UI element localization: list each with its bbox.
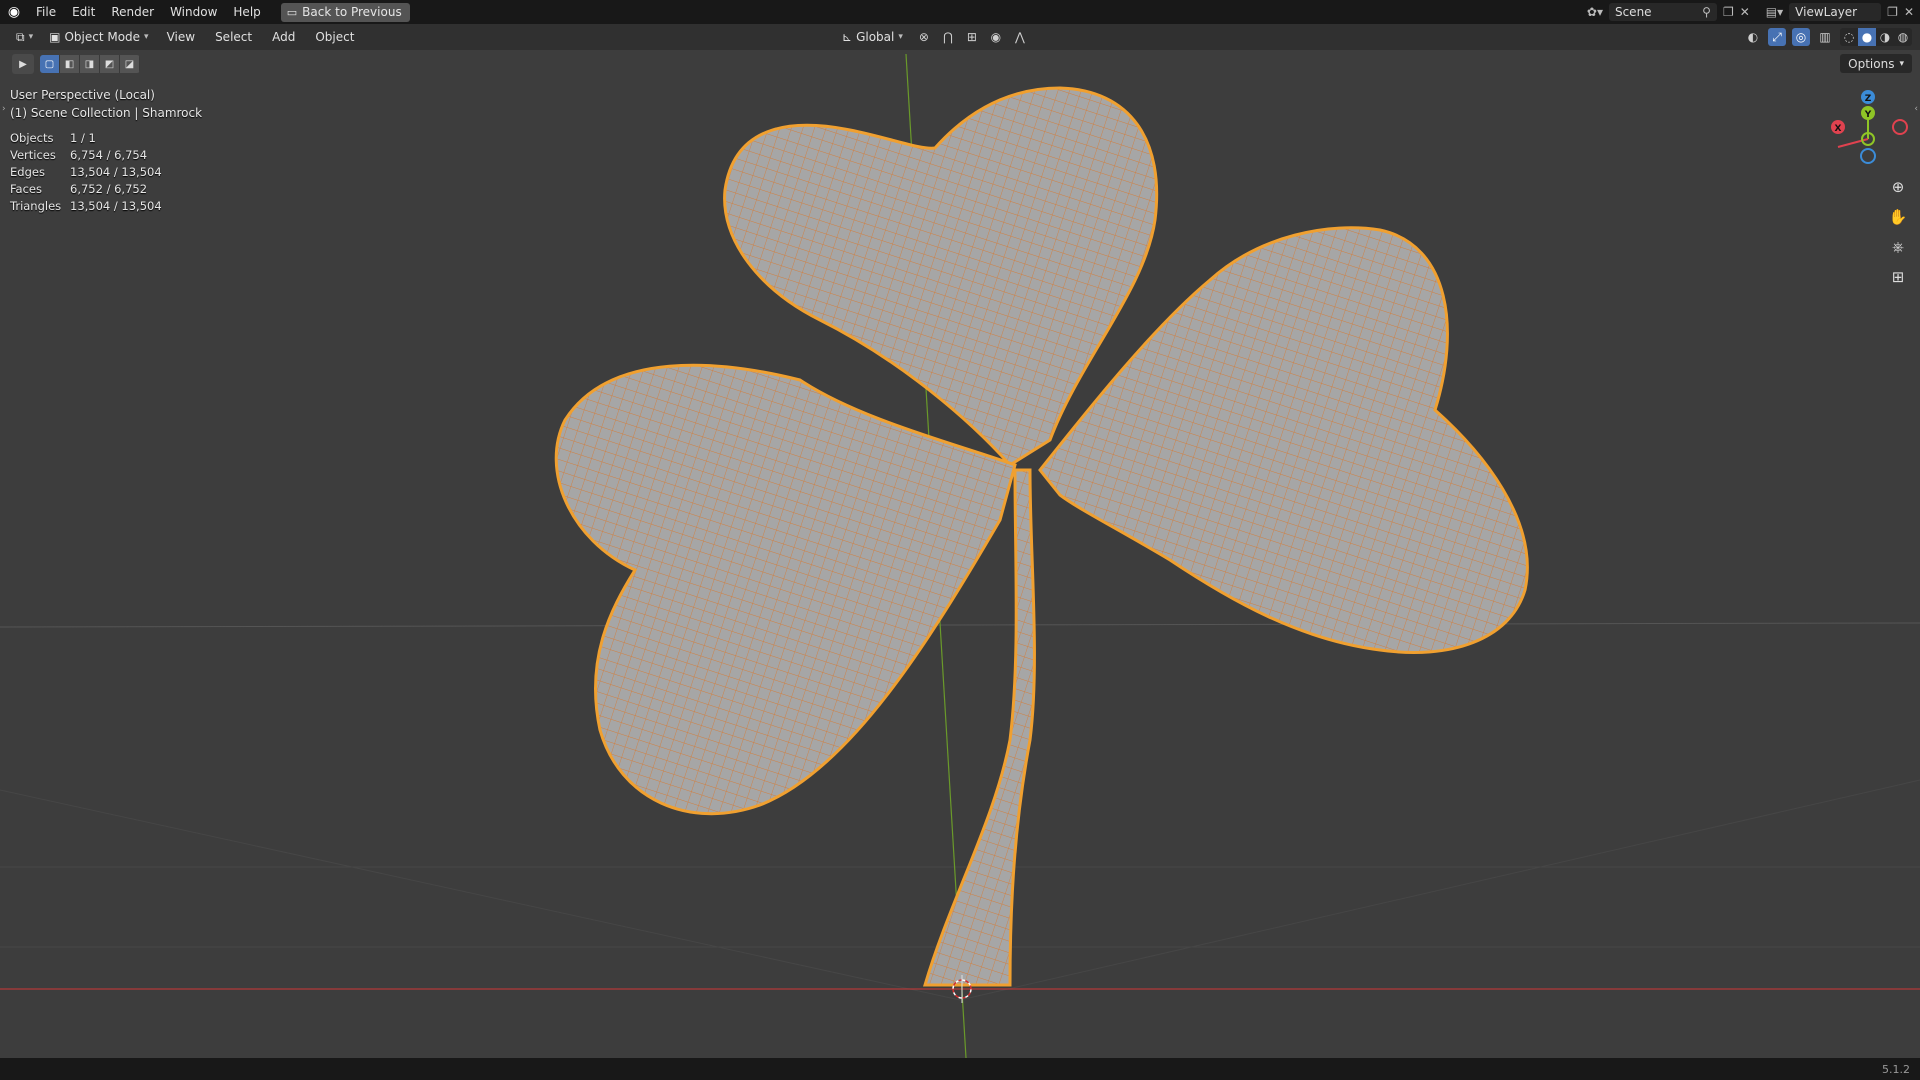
delete-scene-icon[interactable]: ✕ (1740, 5, 1750, 19)
pivot-point-icon[interactable]: ⊗ (915, 28, 933, 46)
mode-dropdown[interactable]: ▣ Object Mode ▾ (43, 27, 154, 47)
view-layer-name: ViewLayer (1795, 5, 1858, 19)
stat-label: Faces (10, 182, 42, 196)
view-name: User Perspective (Local) (10, 88, 155, 102)
snap-icon[interactable]: ⋂ (939, 28, 957, 46)
snap-target-icon[interactable]: ⊞ (963, 28, 981, 46)
viewport-info: User Perspective (Local) (1) Scene Colle… (10, 86, 202, 122)
menu-select[interactable]: Select (207, 24, 260, 50)
stat-row: Vertices 6,754 / 6,754 (10, 147, 162, 164)
grid-line (0, 622, 1920, 628)
scene-controls: ✿▾ Scene ⚲ ❐ ✕ ▤▾ ViewLayer ❐ ✕ (1587, 0, 1920, 24)
mode-label: Object Mode (64, 30, 141, 44)
stat-row: Objects 1 / 1 (10, 130, 162, 147)
object-mode-icon: ▣ (49, 30, 61, 44)
grid-line (959, 779, 1920, 1001)
shading-modes: ◌ ● ◑ ◍ (1840, 28, 1912, 46)
status-bar: 5.1.2 (0, 1058, 1920, 1080)
navigation-gizmo[interactable]: Z Y X (1831, 90, 1908, 164)
rendered-shading-icon[interactable]: ◍ (1894, 28, 1912, 46)
scene-name: Scene (1614, 5, 1652, 19)
pan-hand-icon[interactable]: ✋ (1886, 205, 1910, 229)
stat-value: 13,504 / 13,504 (70, 199, 162, 213)
statistics-overlay: Objects 1 / 1 Vertices 6,754 / 6,754 Edges… (10, 130, 162, 215)
scene-field[interactable]: Scene ⚲ (1608, 3, 1717, 21)
menu-window[interactable]: Window (162, 0, 225, 24)
zoom-icon[interactable]: ⊕ (1886, 175, 1910, 199)
editor-type-dropdown[interactable]: ⧉ ▾ (10, 27, 39, 47)
stat-label: Triangles (10, 199, 62, 213)
falloff-icon[interactable]: ⋀ (1011, 28, 1029, 46)
back-to-previous-label: Back to Previous (302, 4, 402, 19)
collection-name: (1) Scene Collection | Shamrock (10, 106, 203, 120)
stat-row: Triangles 13,504 / 13,504 (10, 198, 162, 215)
stat-row: Edges 13,504 / 13,504 (10, 164, 162, 181)
stat-value: 13,504 / 13,504 (70, 165, 162, 179)
gizmo-neg-x-axis[interactable] (1892, 119, 1908, 135)
stat-label: Vertices (10, 148, 56, 162)
new-view-layer-icon[interactable]: ❐ (1887, 5, 1898, 19)
stat-label: Edges (10, 165, 45, 179)
back-to-previous-button[interactable]: ▭ Back to Previous (280, 2, 410, 22)
viewport-editor-icon: ⧉ (16, 29, 25, 44)
camera-view-icon[interactable]: ⎈ (1886, 235, 1910, 259)
transform-orientation-dropdown[interactable]: ⊾ Global ▾ (836, 27, 909, 47)
delete-view-layer-icon[interactable]: ✕ (1904, 5, 1914, 19)
wireframe-shading-icon[interactable]: ◌ (1840, 28, 1858, 46)
blender-logo-icon[interactable]: ◉ (0, 0, 28, 24)
gizmo-neg-z-axis[interactable] (1860, 148, 1876, 164)
menu-help[interactable]: Help (225, 0, 268, 24)
overlay-toggle-icon[interactable]: ◎ (1792, 28, 1810, 46)
grid-line (0, 789, 961, 1001)
stat-label: Objects (10, 131, 54, 145)
stat-value: 1 / 1 (70, 131, 96, 145)
menu-render[interactable]: Render (103, 0, 162, 24)
proportional-edit-icon[interactable]: ◉ (987, 28, 1005, 46)
solid-shading-icon[interactable]: ● (1858, 28, 1876, 46)
expand-left-icon[interactable]: › (2, 104, 6, 114)
pin-icon[interactable]: ⚲ (1702, 5, 1711, 19)
top-bar: ◉ File Edit Render Window Help ▭ Back to… (0, 0, 1920, 24)
menu-view[interactable]: View (159, 24, 203, 50)
viewport-header: ⧉ ▾ ▣ Object Mode ▾ View Select Add Objec… (0, 24, 1920, 50)
menu-edit[interactable]: Edit (64, 0, 103, 24)
menu-add[interactable]: Add (264, 24, 303, 50)
new-scene-icon[interactable]: ❐ (1723, 5, 1734, 19)
shamrock-mesh[interactable] (554, 86, 1529, 987)
view-layer-field[interactable]: ViewLayer (1789, 3, 1882, 21)
menu-object[interactable]: Object (307, 24, 362, 50)
version-label: 5.1.2 (1882, 1063, 1910, 1076)
perspective-toggle-icon[interactable]: ⊞ (1886, 265, 1910, 289)
gizmo-x-label: X (1835, 124, 1842, 134)
chevron-down-icon: ▾ (28, 32, 34, 42)
stat-value: 6,754 / 6,754 (70, 148, 148, 162)
screen-icon: ▭ (286, 5, 298, 19)
gizmo-toggle-icon[interactable]: ⤢ (1768, 28, 1786, 46)
view-layer-icon[interactable]: ▤▾ (1766, 5, 1783, 19)
stat-value: 6,752 / 6,752 (70, 182, 148, 196)
viewport-canvas[interactable]: Z Y X (0, 50, 1920, 1058)
gizmo-z-label: Z (1865, 94, 1872, 104)
visibility-icon[interactable]: ◐ (1744, 28, 1762, 46)
gizmo-y-label: Y (1864, 110, 1872, 120)
orientation-label: Global (856, 30, 895, 44)
stat-row: Faces 6,752 / 6,752 (10, 181, 162, 198)
xray-icon[interactable]: ▥ (1816, 28, 1834, 46)
chevron-down-icon: ▾ (144, 32, 149, 42)
scene-type-icon[interactable]: ✿▾ (1587, 5, 1603, 19)
menu-file[interactable]: File (28, 0, 64, 24)
material-shading-icon[interactable]: ◑ (1876, 28, 1894, 46)
expand-sidebar-icon[interactable]: ‹ (1914, 104, 1918, 114)
left-leaf (554, 363, 1017, 816)
orientation-icon: ⊾ (842, 30, 853, 44)
chevron-down-icon: ▾ (898, 32, 903, 42)
